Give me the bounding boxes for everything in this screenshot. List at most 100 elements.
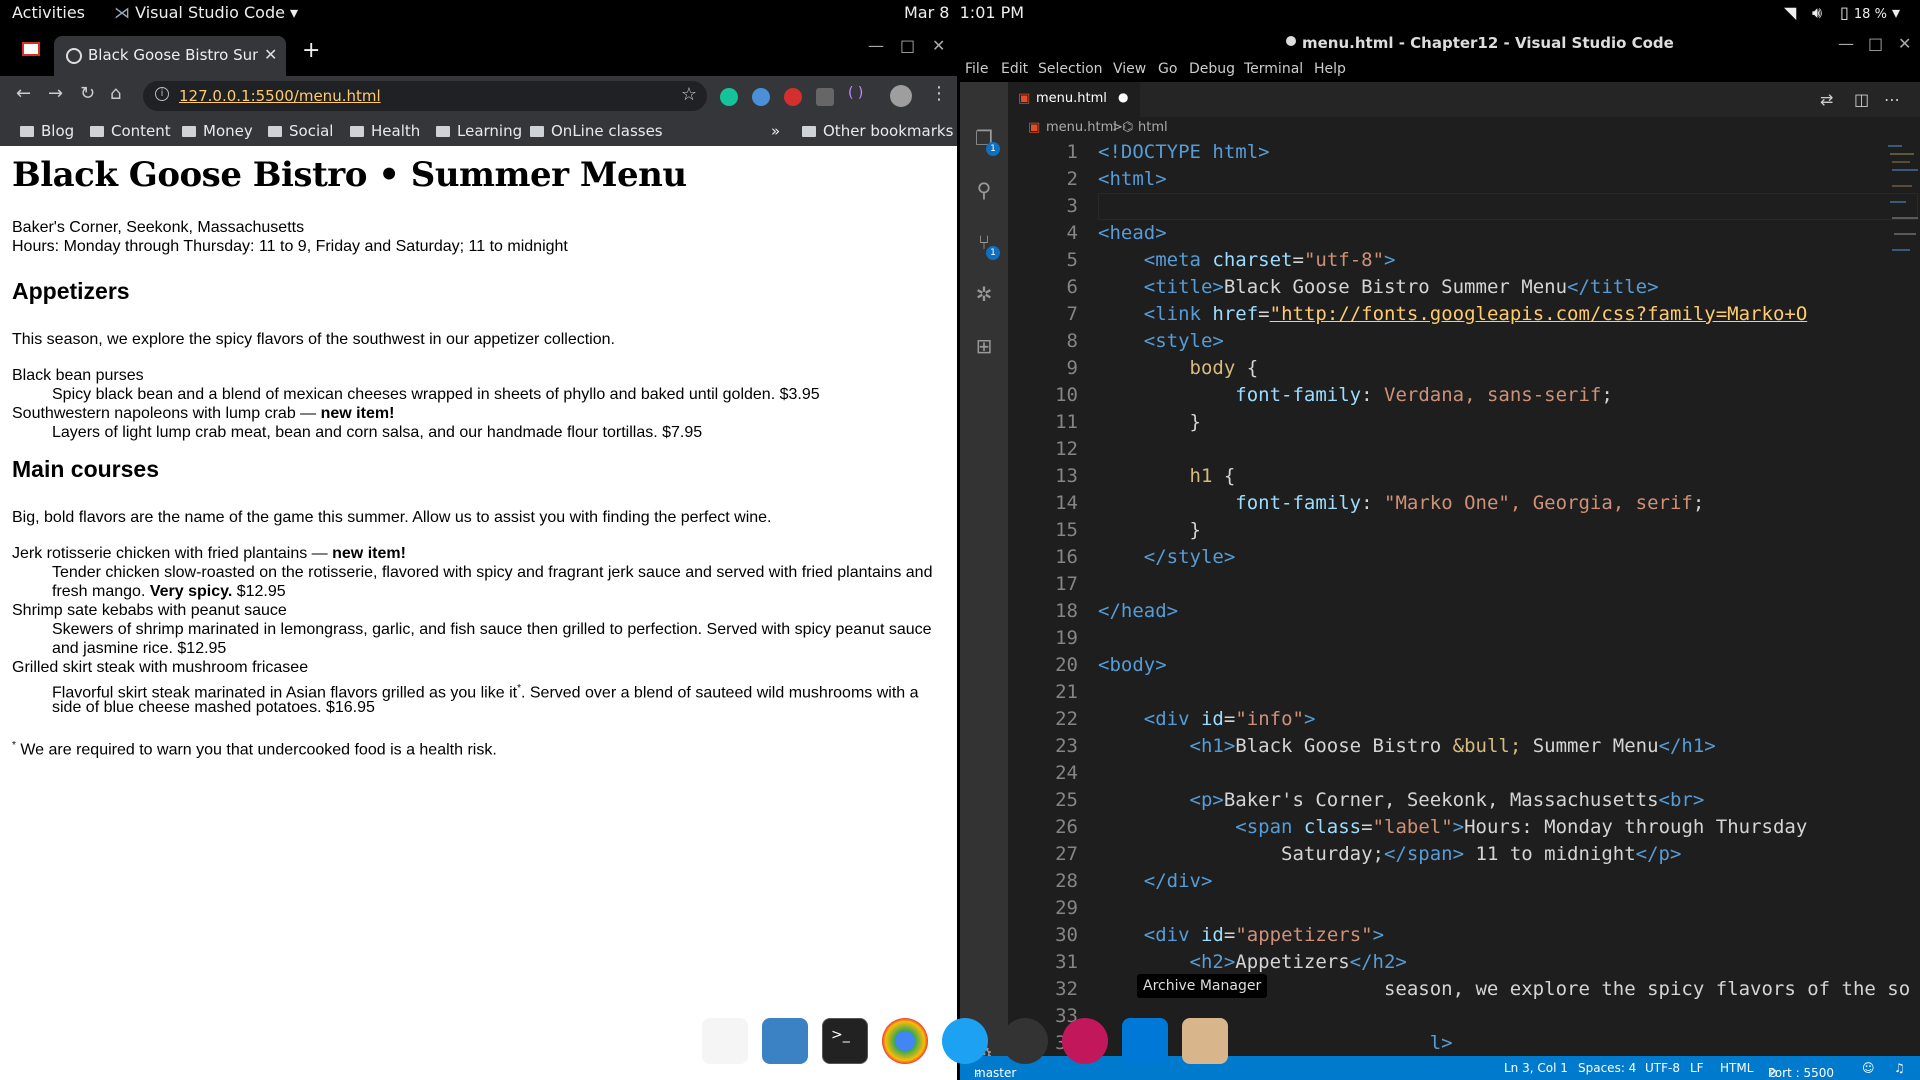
menu-file[interactable]: File: [965, 61, 988, 77]
gmail-pinned-tab[interactable]: [22, 42, 40, 56]
code-line[interactable]: <p>Baker's Corner, Seekonk, Massachusett…: [1098, 787, 1705, 814]
editor-tab-menu-html[interactable]: ▣ menu.html ●: [1008, 82, 1140, 117]
notifications-bell-icon[interactable]: ♫: [1894, 1061, 1905, 1075]
eol[interactable]: LF: [1690, 1061, 1704, 1075]
code-line[interactable]: <meta charset="utf-8">: [1098, 247, 1396, 274]
bookmark-folder-content[interactable]: Content: [90, 122, 171, 140]
shield-extension-icon[interactable]: [816, 88, 834, 106]
compare-changes-icon[interactable]: ⇄: [1820, 90, 1833, 109]
reload-icon[interactable]: ↻: [80, 83, 95, 104]
back-arrow-icon[interactable]: ←: [16, 83, 31, 104]
bookmark-star-icon[interactable]: ☆: [681, 84, 697, 105]
code-line[interactable]: <!DOCTYPE html>: [1098, 139, 1270, 166]
tab-active[interactable]: Black Goose Bistro Summ ✕: [54, 36, 286, 76]
code-line[interactable]: <div id="info">: [1098, 706, 1316, 733]
bookmark-folder-learning[interactable]: Learning: [436, 122, 522, 140]
minimize-icon[interactable]: —: [1838, 34, 1854, 53]
other-bookmarks-folder[interactable]: Other bookmarks: [802, 122, 953, 140]
code-line[interactable]: }: [1098, 517, 1201, 544]
terminal-icon[interactable]: >_: [822, 1018, 868, 1064]
breadcrumb-node[interactable]: html: [1138, 120, 1168, 135]
close-window-icon[interactable]: ✕: [1898, 34, 1911, 53]
vscode-icon[interactable]: [1122, 1018, 1168, 1064]
code-line[interactable]: <head>: [1098, 220, 1167, 247]
code-line[interactable]: <span class="label">Hours: Monday throug…: [1098, 814, 1807, 841]
code-line[interactable]: font-family: Verdana, sans-serif;: [1098, 382, 1613, 409]
code-token: </style>: [1143, 546, 1236, 568]
code-line[interactable]: <body>: [1098, 652, 1167, 679]
unsaved-dot-icon[interactable]: ●: [1118, 90, 1128, 104]
activities-button[interactable]: Activities: [12, 3, 85, 22]
bookmark-folder-blog[interactable]: Blog: [20, 122, 74, 140]
bookmarks-overflow-button[interactable]: »: [771, 122, 780, 140]
code-line[interactable]: </div>: [1098, 868, 1213, 895]
code-line[interactable]: <html>: [1098, 166, 1167, 193]
minimap[interactable]: [1888, 139, 1918, 299]
grammarly-extension-icon[interactable]: [720, 88, 738, 106]
extensions-icon[interactable]: ⊞: [972, 334, 996, 358]
text-editor-icon[interactable]: [702, 1018, 748, 1064]
archive-manager-icon[interactable]: [762, 1018, 808, 1064]
code-line[interactable]: font-family: "Marko One", Georgia, serif…: [1098, 490, 1704, 517]
code-editor[interactable]: 1 <!DOCTYPE html> 2 <html> 3 4 <head> 5 <meta c…: [1008, 139, 1920, 1080]
code-line[interactable]: h1 {: [1098, 463, 1236, 490]
clock[interactable]: Mar 8 1:01 PM: [904, 3, 1024, 22]
feedback-icon[interactable]: ☺: [1862, 1061, 1875, 1075]
app-menu[interactable]: ⋊ Visual Studio Code ▾: [114, 3, 298, 22]
volume-icon[interactable]: 🔊︎: [1812, 3, 1822, 23]
code-line[interactable]: <link href="http://fonts.googleapis.com/…: [1098, 301, 1808, 328]
wifi-icon[interactable]: ◥: [1784, 3, 1796, 22]
indentation[interactable]: Spaces: 4: [1578, 1061, 1636, 1075]
menu-debug[interactable]: Debug: [1189, 61, 1235, 77]
minimize-icon[interactable]: —: [868, 36, 884, 55]
maximize-icon[interactable]: □: [1868, 34, 1883, 53]
twitter-icon[interactable]: [942, 1018, 988, 1064]
forward-arrow-icon[interactable]: →: [48, 83, 63, 104]
menu-edit[interactable]: Edit: [1001, 61, 1028, 77]
debug-icon[interactable]: ✲: [972, 282, 996, 306]
close-tab-icon[interactable]: ✕: [264, 45, 277, 64]
settings-gear-icon[interactable]: [1002, 1018, 1048, 1064]
bookmark-folder-health[interactable]: Health: [350, 122, 420, 140]
more-actions-icon[interactable]: ⋯: [1884, 90, 1900, 109]
translate-extension-icon[interactable]: [752, 88, 770, 106]
code-line[interactable]: <h2>Appetizers</h2>: [1098, 949, 1407, 976]
code-line[interactable]: </head>: [1098, 598, 1178, 625]
code-line[interactable]: <div id="appetizers">: [1098, 922, 1384, 949]
code-line[interactable]: body {: [1098, 355, 1259, 382]
profile-avatar[interactable]: [890, 85, 912, 107]
home-icon[interactable]: ⌂: [110, 83, 121, 104]
breadcrumb-file[interactable]: menu.html: [1046, 120, 1117, 135]
chrome-icon[interactable]: [882, 1018, 928, 1064]
cursor-position[interactable]: Ln 3, Col 1: [1504, 1061, 1568, 1075]
bookmark-folder-money[interactable]: Money: [182, 122, 253, 140]
bookmark-folder-social[interactable]: Social: [268, 122, 333, 140]
menu-kebab-icon[interactable]: ⋮: [930, 83, 948, 104]
menu-selection[interactable]: Selection: [1038, 61, 1103, 77]
code-line[interactable]: </style>: [1098, 544, 1236, 571]
close-window-icon[interactable]: ✕: [932, 36, 945, 55]
package-box-icon[interactable]: [1182, 1018, 1228, 1064]
language-mode[interactable]: HTML: [1720, 1061, 1753, 1075]
adblock-extension-icon[interactable]: [784, 88, 802, 106]
menu-terminal[interactable]: Terminal: [1244, 61, 1303, 77]
code-line[interactable]: <h1>Black Goose Bistro &bull; Summer Men…: [1098, 733, 1716, 760]
menu-help[interactable]: Help: [1314, 61, 1346, 77]
address-bar[interactable]: i 127.0.0.1:5500/menu.html ☆: [143, 81, 707, 111]
menu-go[interactable]: Go: [1158, 61, 1177, 77]
new-tab-button[interactable]: +: [302, 38, 320, 63]
encoding[interactable]: UTF-8: [1645, 1061, 1680, 1075]
brackets-extension-icon[interactable]: ( ): [848, 85, 866, 103]
bookmark-folder-online-classes[interactable]: OnLine classes: [530, 122, 663, 140]
code-line[interactable]: <title>Black Goose Bistro Summer Menu</t…: [1098, 274, 1659, 301]
battery-indicator[interactable]: ▯ 18 % ▾: [1840, 3, 1900, 22]
code-line[interactable]: Saturday;</span> 11 to midnight</p>: [1098, 841, 1681, 868]
maximize-icon[interactable]: □: [900, 36, 915, 55]
menu-view[interactable]: View: [1113, 61, 1146, 77]
code-line[interactable]: }: [1098, 409, 1201, 436]
audacity-icon[interactable]: [1062, 1018, 1108, 1064]
split-editor-icon[interactable]: ◫: [1854, 90, 1869, 109]
info-icon[interactable]: i: [155, 87, 169, 101]
code-line[interactable]: <style>: [1098, 328, 1224, 355]
search-icon[interactable]: ⚲: [972, 178, 996, 202]
